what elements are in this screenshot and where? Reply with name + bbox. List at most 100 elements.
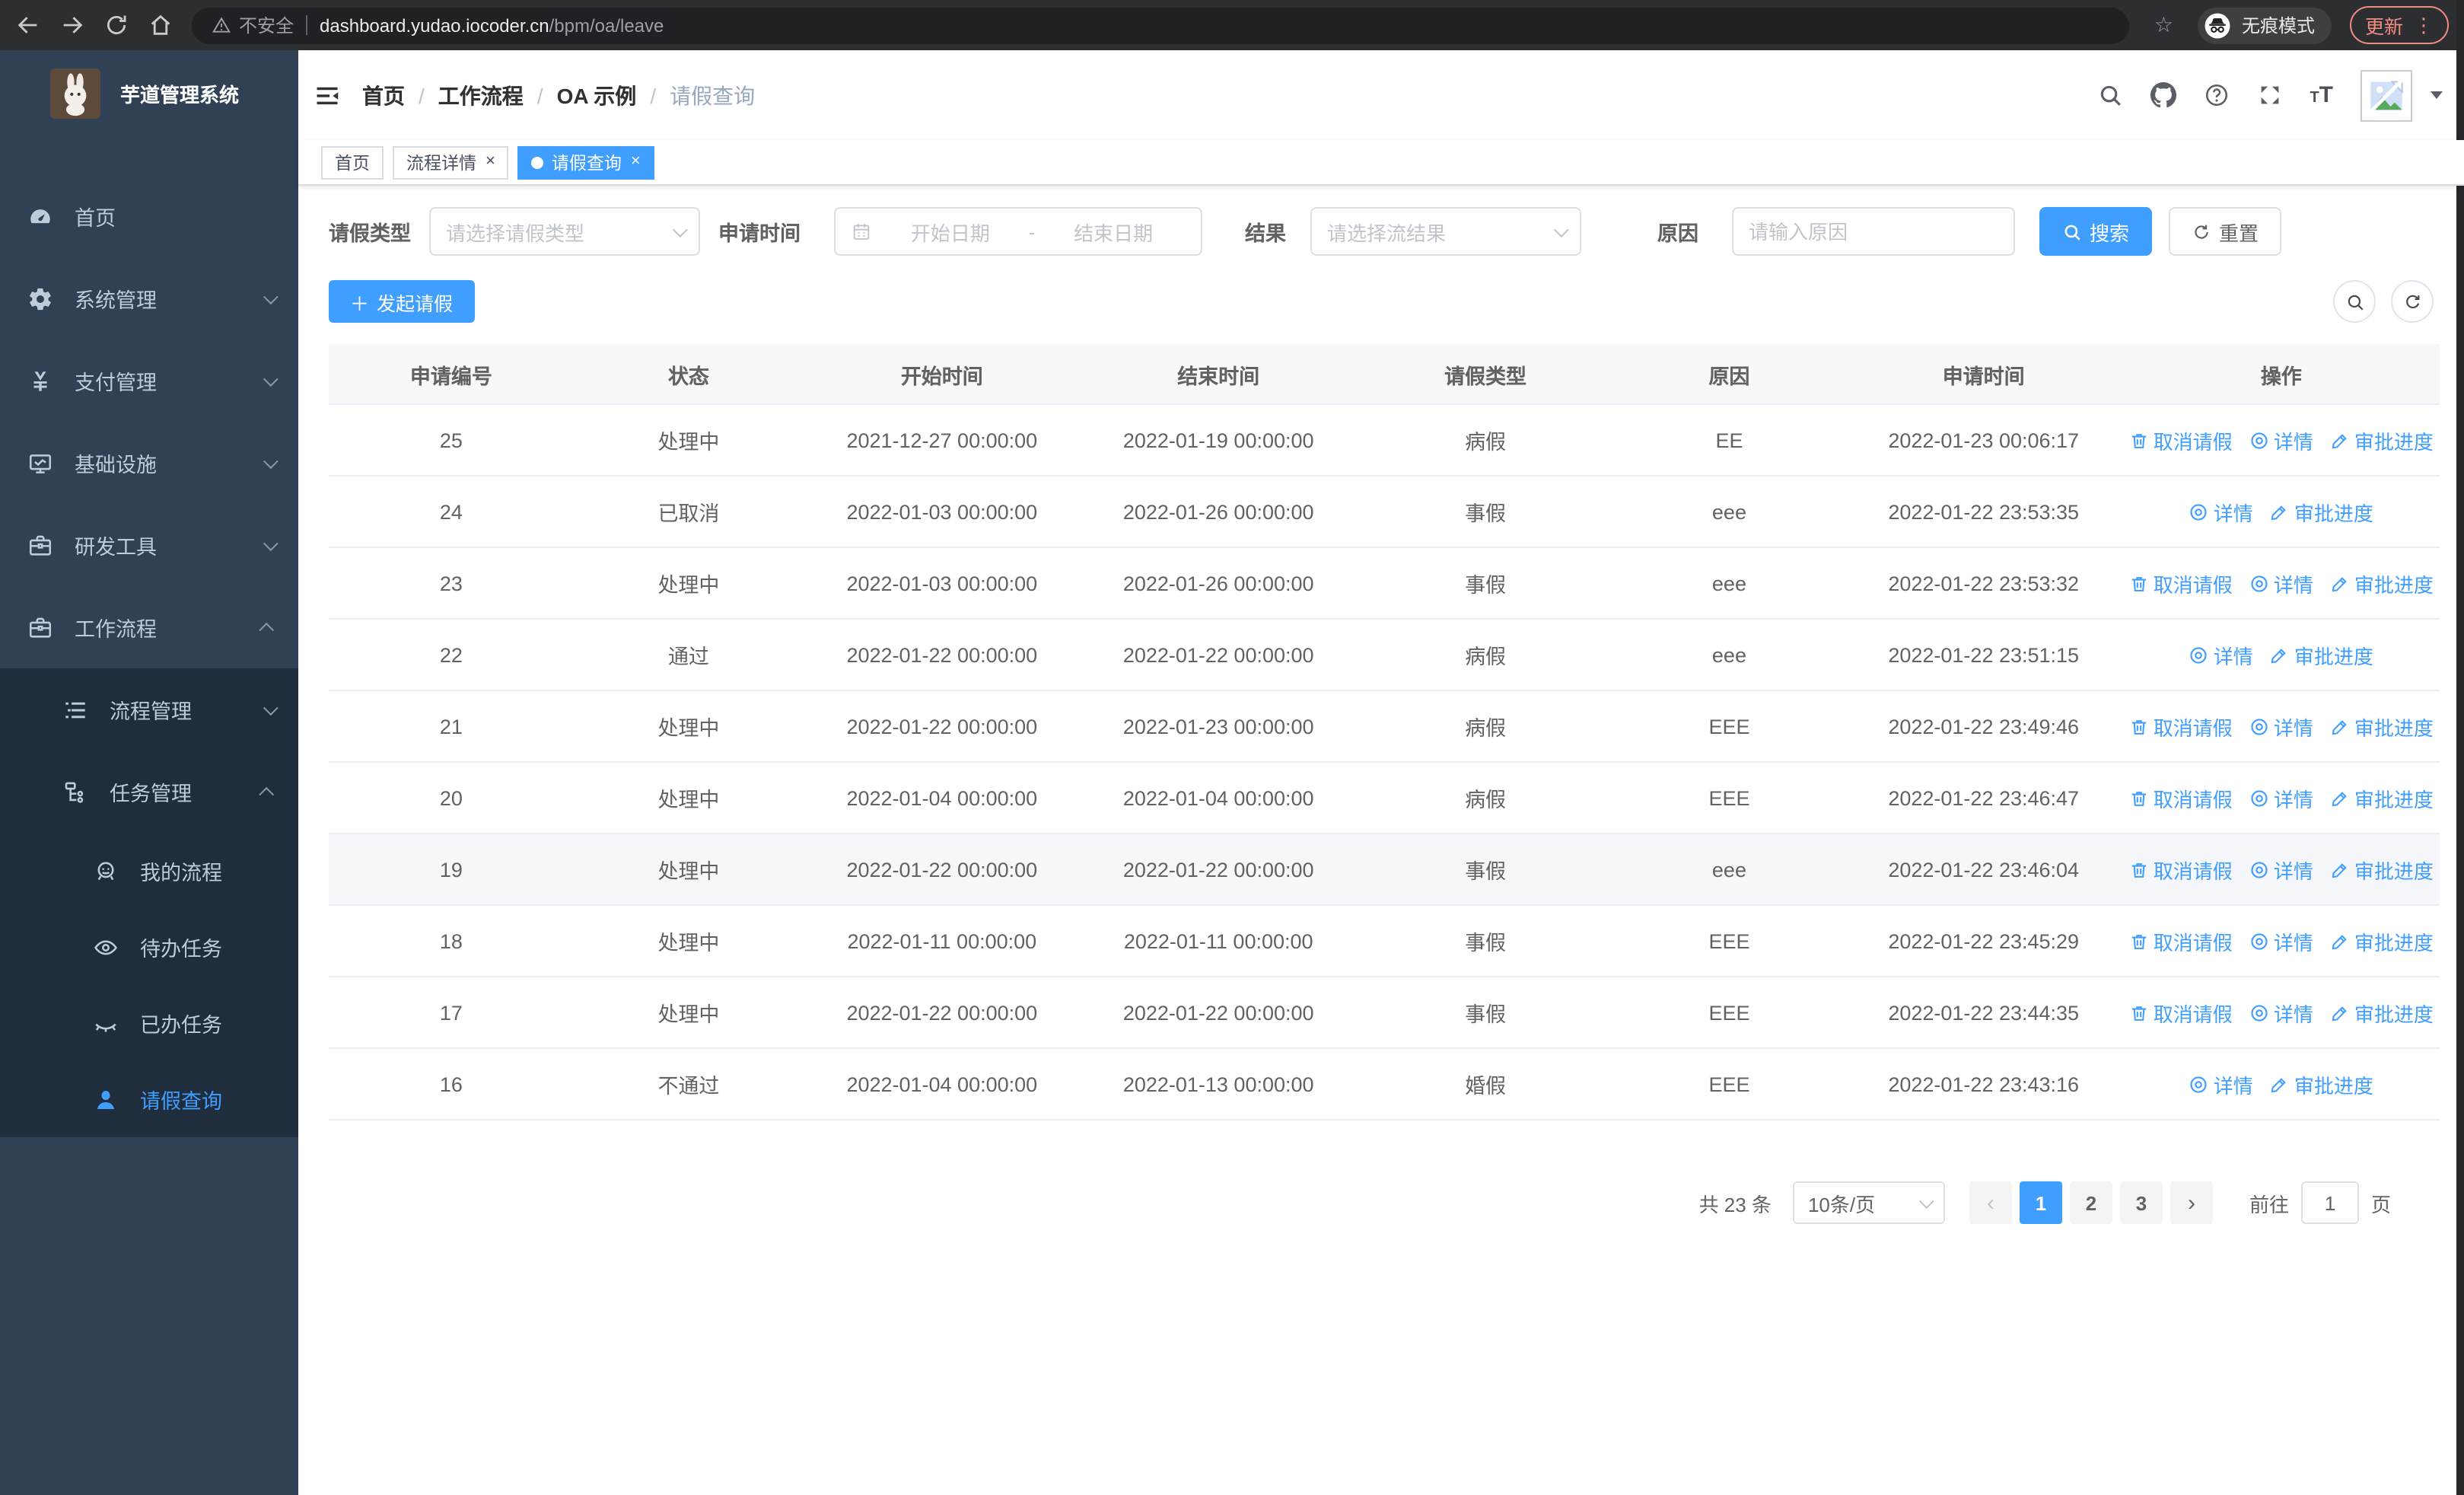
sidebar-item-label: 请假查询 bbox=[140, 1090, 222, 1113]
cell-type: 事假 bbox=[1465, 1003, 1507, 1026]
detail-link[interactable]: 详情 bbox=[2249, 926, 2313, 955]
sidebar-item-8[interactable]: 我的流程 bbox=[0, 833, 298, 909]
cell-id: 20 bbox=[439, 786, 463, 809]
table-row: 19 处理中 2022-01-22 00:00:00 2022-01-22 00:00… bbox=[329, 834, 2440, 906]
sidebar-item-7[interactable]: 任务管理 bbox=[0, 751, 298, 833]
approval-progress-link[interactable]: 审批进度 bbox=[2330, 569, 2434, 598]
cell-end: 2022-01-04 00:00:00 bbox=[1122, 786, 1314, 809]
sidebar-item-10[interactable]: 已办任务 bbox=[0, 985, 298, 1061]
approval-progress-link[interactable]: 审批进度 bbox=[2330, 926, 2434, 955]
font-size-icon[interactable]: TT bbox=[2310, 81, 2333, 109]
detail-link[interactable]: 详情 bbox=[2189, 1069, 2253, 1098]
trash-icon bbox=[2129, 859, 2149, 879]
approval-progress-link[interactable]: 审批进度 bbox=[2330, 998, 2434, 1027]
help-icon[interactable] bbox=[2203, 82, 2229, 108]
cell-status: 处理中 bbox=[657, 574, 720, 597]
sidebar-item-6[interactable]: 流程管理 bbox=[0, 668, 298, 751]
cell-type: 事假 bbox=[1465, 502, 1507, 525]
leave-type-select[interactable]: 请选择请假类型 bbox=[429, 207, 700, 256]
cancel-leave-link[interactable]: 取消请假 bbox=[2129, 712, 2233, 741]
pen-icon bbox=[2330, 931, 2350, 951]
browser-update-button[interactable]: 更新 ⋮ bbox=[2349, 6, 2449, 44]
pen-icon bbox=[2270, 502, 2290, 521]
create-leave-button[interactable]: ＋ 发起请假 bbox=[329, 280, 475, 323]
tab-首页[interactable]: 首页 bbox=[321, 145, 384, 179]
breadcrumb-item[interactable]: 工作流程 bbox=[438, 80, 524, 110]
close-icon[interactable]: × bbox=[631, 153, 641, 171]
approval-progress-link[interactable]: 审批进度 bbox=[2270, 640, 2373, 669]
detail-link[interactable]: 详情 bbox=[2189, 640, 2253, 669]
header-search-icon[interactable] bbox=[2096, 82, 2122, 108]
address-bar[interactable]: 不安全 dashboard.yudao.iocoder.cn/bpm/oa/le… bbox=[192, 7, 2130, 43]
apply-time-range-picker[interactable]: 开始日期 - 结束日期 bbox=[834, 207, 1202, 256]
detail-link[interactable]: 详情 bbox=[2249, 855, 2313, 884]
approval-progress-link[interactable]: 审批进度 bbox=[2270, 1069, 2373, 1098]
eye-closed-icon bbox=[91, 1009, 119, 1037]
detail-link[interactable]: 详情 bbox=[2249, 998, 2313, 1027]
chevron-down-icon bbox=[263, 535, 279, 551]
user-avatar[interactable] bbox=[2361, 69, 2412, 121]
approval-progress-link[interactable]: 审批进度 bbox=[2330, 783, 2434, 812]
trash-icon bbox=[2129, 430, 2149, 450]
not-secure-warning[interactable]: 不安全 bbox=[212, 12, 294, 38]
sidebar-item-4[interactable]: 研发工具 bbox=[0, 504, 298, 586]
sidebar-item-3[interactable]: 基础设施 bbox=[0, 422, 298, 504]
sidebar-item-2[interactable]: 支付管理 bbox=[0, 339, 298, 422]
detail-link[interactable]: 详情 bbox=[2249, 569, 2313, 598]
sidebar-item-0[interactable]: 首页 bbox=[0, 175, 298, 257]
github-icon[interactable] bbox=[2150, 82, 2176, 108]
cancel-leave-link[interactable]: 取消请假 bbox=[2129, 426, 2233, 454]
breadcrumb-item[interactable]: 首页 bbox=[362, 80, 405, 110]
detail-link[interactable]: 详情 bbox=[2189, 497, 2253, 526]
browser-menu-icon[interactable]: ⋮ bbox=[2414, 13, 2434, 37]
result-select[interactable]: 请选择流结果 bbox=[1310, 207, 1581, 256]
page-size-select[interactable]: 10条/页 bbox=[1792, 1181, 1945, 1224]
cancel-leave-link[interactable]: 取消请假 bbox=[2129, 926, 2233, 955]
sidebar-item-5[interactable]: 工作流程 bbox=[0, 586, 298, 668]
sidebar-toggle-icon[interactable] bbox=[314, 81, 341, 109]
next-page-button[interactable]: › bbox=[2170, 1181, 2213, 1224]
cell-applied: 2022-01-22 23:51:15 bbox=[1888, 643, 2080, 666]
approval-progress-link[interactable]: 审批进度 bbox=[2330, 855, 2434, 884]
cell-id: 17 bbox=[439, 1001, 463, 1024]
reason-input[interactable] bbox=[1732, 207, 2015, 256]
jump-page-input[interactable] bbox=[2300, 1181, 2359, 1224]
reset-button[interactable]: 重置 bbox=[2169, 207, 2282, 256]
approval-progress-link[interactable]: 审批进度 bbox=[2330, 712, 2434, 741]
toggle-search-button[interactable] bbox=[2333, 280, 2376, 323]
fullscreen-icon[interactable] bbox=[2256, 82, 2282, 108]
cell-actions: 取消请假 详情 审批进度 bbox=[2123, 926, 2440, 955]
detail-link[interactable]: 详情 bbox=[2249, 712, 2313, 741]
sidebar-item-1[interactable]: 系统管理 bbox=[0, 257, 298, 339]
broken-image-icon bbox=[2368, 77, 2405, 113]
search-button[interactable]: 搜索 bbox=[2039, 207, 2153, 256]
cancel-leave-link[interactable]: 取消请假 bbox=[2129, 783, 2233, 812]
breadcrumb-item[interactable]: OA 示例 bbox=[557, 80, 637, 110]
back-icon[interactable] bbox=[15, 12, 41, 38]
page-button-1[interactable]: 1 bbox=[2019, 1181, 2062, 1224]
refresh-icon bbox=[2405, 294, 2419, 308]
detail-link[interactable]: 详情 bbox=[2249, 426, 2313, 454]
prev-page-button[interactable]: ‹ bbox=[1969, 1181, 2012, 1224]
approval-progress-link[interactable]: 审批进度 bbox=[2330, 426, 2434, 454]
home-icon[interactable] bbox=[148, 12, 173, 38]
detail-link[interactable]: 详情 bbox=[2249, 783, 2313, 812]
cancel-leave-link[interactable]: 取消请假 bbox=[2129, 998, 2233, 1027]
approval-progress-link[interactable]: 审批进度 bbox=[2270, 497, 2373, 526]
avatar-dropdown-caret[interactable] bbox=[2431, 91, 2443, 99]
page-button-3[interactable]: 3 bbox=[2119, 1181, 2163, 1224]
tab-流程详情[interactable]: 流程详情 × bbox=[393, 145, 509, 179]
sidebar-item-9[interactable]: 待办任务 bbox=[0, 909, 298, 985]
page-button-2[interactable]: 2 bbox=[2069, 1181, 2112, 1224]
refresh-table-button[interactable] bbox=[2391, 280, 2434, 323]
cancel-leave-link[interactable]: 取消请假 bbox=[2129, 569, 2233, 598]
window-scrollbar[interactable] bbox=[2456, 0, 2464, 1495]
tab-请假查询[interactable]: 请假查询 × bbox=[517, 145, 654, 179]
bookmark-star-icon[interactable]: ☆ bbox=[2154, 12, 2173, 38]
sidebar-item-11[interactable]: 请假查询 bbox=[0, 1061, 298, 1137]
forward-icon[interactable] bbox=[59, 12, 85, 38]
close-icon[interactable]: × bbox=[485, 153, 495, 171]
reload-icon[interactable] bbox=[103, 12, 129, 38]
cancel-leave-link[interactable]: 取消请假 bbox=[2129, 855, 2233, 884]
chevron-down-icon bbox=[672, 222, 688, 237]
